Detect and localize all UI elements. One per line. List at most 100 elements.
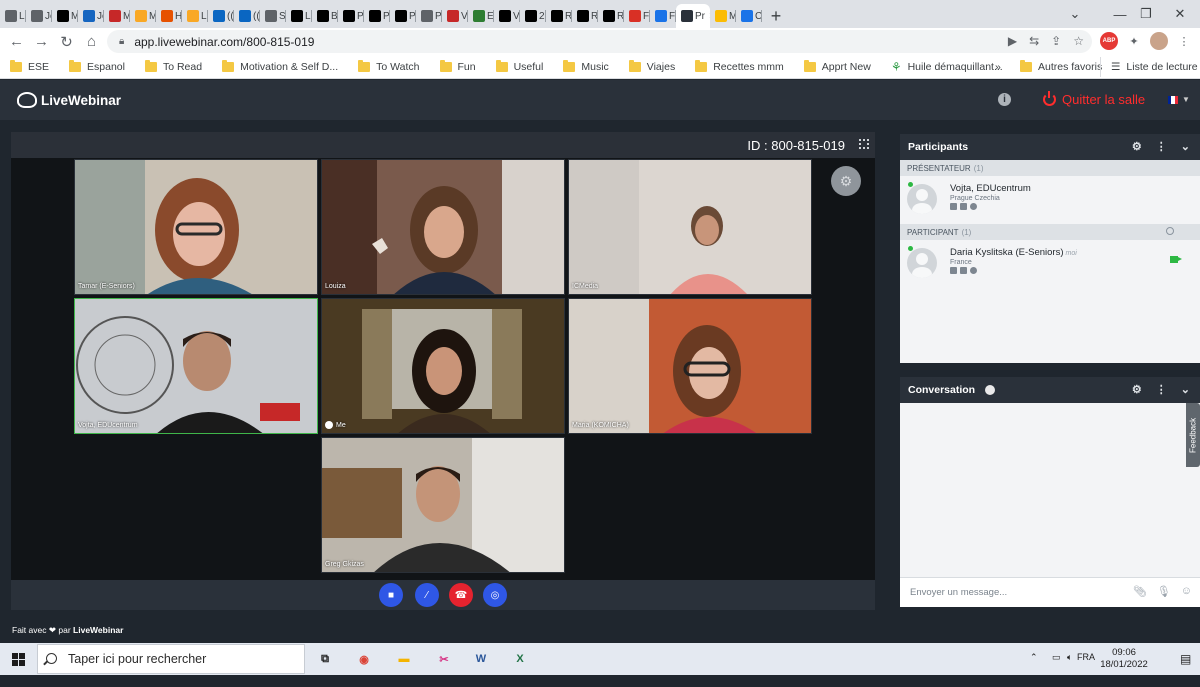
browser-tab[interactable]: 2 [520, 4, 546, 28]
volume-icon[interactable]: 🔈︎ [1067, 652, 1072, 663]
hangup-button[interactable]: ☎ [449, 583, 473, 607]
quit-room-button[interactable]: Quitter la salle [1043, 91, 1145, 107]
browser-tab[interactable]: M [130, 4, 156, 28]
browser-tab[interactable]: R [598, 4, 624, 28]
video-tile[interactable]: Maria (KOMICHA) [568, 298, 812, 434]
participant-item[interactable]: Daria Kyslitska (E-Seniors) moi France [900, 240, 1200, 286]
microphone-icon[interactable]: 🎙︎ [1157, 585, 1171, 598]
french-flag-icon[interactable] [1168, 96, 1178, 104]
browser-tab[interactable]: P [416, 4, 442, 28]
participants-more-icon[interactable]: ⋮ [1156, 140, 1167, 153]
browser-tab[interactable]: (( [234, 4, 260, 28]
browser-tab[interactable]: P [390, 4, 416, 28]
extensions-puzzle-icon[interactable]: ✦ [1125, 32, 1143, 50]
bookmark-folder[interactable]: Viajes [619, 57, 685, 77]
browser-tab[interactable]: H [156, 4, 182, 28]
browser-tab[interactable]: F [624, 4, 650, 28]
browser-tab[interactable]: Jc [26, 4, 52, 28]
browser-tab[interactable]: C [736, 4, 762, 28]
feedback-tab[interactable]: Feedback [1186, 403, 1200, 467]
mic-button[interactable]: ⁄ [415, 583, 439, 607]
taskbar-clock[interactable]: 09:06 18/01/2022 [1090, 647, 1158, 671]
browser-tab[interactable]: R [546, 4, 572, 28]
attach-icon[interactable]: 📎︎ [1133, 585, 1147, 598]
livewebinar-logo[interactable]: LiveWebinar [17, 92, 121, 108]
browser-tab[interactable]: M [52, 4, 78, 28]
video-tile[interactable]: Tamar (E-Seniors) [74, 159, 318, 295]
camera-button[interactable]: ■ [379, 583, 403, 607]
task-view-icon[interactable]: ⧉ [316, 650, 334, 668]
bookmark-folder[interactable]: Espanol [59, 57, 135, 77]
bookmark-folder[interactable]: Motivation & Self D... [212, 57, 348, 77]
info-icon[interactable]: i [998, 93, 1011, 106]
presenter-item[interactable]: Vojta, EDUcentrum Prague Czechia [900, 176, 1200, 222]
reading-list[interactable]: ☰ Liste de lecture [1100, 56, 1200, 77]
bookmark-folder[interactable]: Apprt New [794, 57, 881, 77]
footer-brand-link[interactable]: LiveWebinar [73, 625, 123, 635]
address-bar[interactable]: 🔒︎ app.livewebinar.com/800-815-019 ▶ ⇆ ⇪… [107, 30, 1092, 53]
language-caret-icon[interactable]: ▼ [1182, 95, 1190, 104]
bookmark-folder[interactable]: To Watch [348, 57, 429, 77]
browser-tab[interactable]: L [0, 4, 26, 28]
chrome-icon[interactable]: ◉ [355, 650, 373, 668]
share-icon[interactable]: ⇪ [1051, 34, 1061, 48]
bookmark-folder[interactable]: Recettes mmm [685, 57, 794, 77]
tab-search-icon[interactable]: ⌄ [1055, 0, 1095, 28]
taskbar-search[interactable]: Taper ici pour rechercher [37, 644, 305, 674]
battery-icon[interactable]: ▭ [1052, 652, 1061, 663]
search-icon[interactable] [1166, 227, 1174, 235]
browser-tab[interactable]: F [650, 4, 676, 28]
video-settings-gear-icon[interactable]: ⚙ [831, 166, 861, 196]
home-button[interactable]: ⌂ [79, 28, 104, 55]
camera-permission-icon[interactable]: ▶ [1008, 34, 1017, 48]
browser-tab[interactable]: B [312, 4, 338, 28]
notifications-icon[interactable]: ▤ [1180, 652, 1191, 666]
conversation-collapse-icon[interactable]: ⌄ [1181, 383, 1190, 396]
browser-tab[interactable]: V [494, 4, 520, 28]
participants-settings-gear-icon[interactable]: ⚙ [1132, 140, 1142, 153]
bookmark-star-icon[interactable]: ☆ [1073, 34, 1084, 48]
video-tile[interactable]: ICMedia [568, 159, 812, 295]
new-tab-button[interactable]: + [762, 4, 790, 28]
browser-tab[interactable]: L [182, 4, 208, 28]
close-window-button[interactable]: ✕ [1160, 0, 1200, 28]
emoji-icon[interactable]: ☺ [1181, 585, 1192, 598]
snipping-tool-icon[interactable]: ✂ [435, 650, 453, 668]
browser-tab[interactable]: Jc [78, 4, 104, 28]
excel-icon[interactable]: X [511, 650, 529, 668]
video-tile[interactable]: Louiza [321, 159, 565, 295]
browser-tab[interactable]: (( [208, 4, 234, 28]
reload-button[interactable]: ↻ [54, 28, 79, 55]
bookmark-folder[interactable]: Fun [430, 57, 486, 77]
conversation-settings-gear-icon[interactable]: ⚙ [1132, 383, 1142, 396]
browser-tab[interactable]: E [468, 4, 494, 28]
windows-start-icon[interactable] [12, 653, 25, 666]
browser-tab[interactable]: V [442, 4, 468, 28]
profile-avatar[interactable] [1150, 32, 1168, 50]
video-tile[interactable]: Greg Gkizas [321, 437, 565, 573]
browser-tab[interactable]: M [710, 4, 736, 28]
bookmark-folder[interactable]: Useful [486, 57, 554, 77]
word-icon[interactable]: W [472, 650, 490, 668]
video-tile-self[interactable]: Me [321, 298, 565, 434]
browser-tab[interactable]: M [104, 4, 130, 28]
screen-share-button[interactable]: ◎ [483, 583, 507, 607]
conversation-more-icon[interactable]: ⋮ [1156, 383, 1167, 396]
bookmark-folder[interactable]: ESE [0, 57, 59, 77]
browser-tab[interactable]: P [364, 4, 390, 28]
file-explorer-icon[interactable]: ▬ [395, 650, 413, 668]
translate-icon[interactable]: ⇆ [1029, 34, 1039, 48]
chrome-menu-icon[interactable]: ⋮ [1175, 32, 1193, 50]
other-bookmarks[interactable]: Autres favoris [1010, 57, 1112, 77]
browser-tab[interactable]: S [260, 4, 286, 28]
bookmark-folder[interactable]: Music [553, 57, 618, 77]
adblock-extension-icon[interactable]: ABP [1100, 32, 1118, 50]
browser-tab[interactable]: L [286, 4, 312, 28]
browser-tab[interactable]: P [338, 4, 364, 28]
bookmarks-overflow[interactable]: » [985, 57, 1011, 77]
bookmark-folder[interactable]: To Read [135, 57, 212, 77]
browser-tab[interactable]: R [572, 4, 598, 28]
fullscreen-icon[interactable] [859, 139, 869, 149]
participants-collapse-icon[interactable]: ⌄ [1181, 140, 1190, 153]
back-button[interactable]: ← [4, 28, 29, 55]
